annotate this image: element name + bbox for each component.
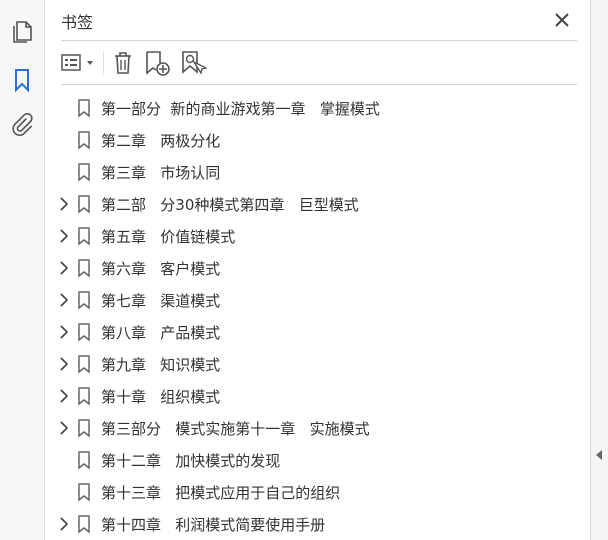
bookmark-icon[interactable] xyxy=(8,66,36,94)
close-icon[interactable] xyxy=(552,10,572,30)
bookmark-icon xyxy=(77,419,91,438)
chevron-right-icon[interactable] xyxy=(57,388,71,404)
bookmark-label: 第十章 组织模式 xyxy=(101,388,221,406)
delete-bookmark-icon[interactable] xyxy=(111,49,135,77)
bookmark-item[interactable]: 第六章 客户模式 xyxy=(45,252,590,284)
toolbar-divider xyxy=(103,51,104,75)
bookmark-item[interactable]: 第九章 知识模式 xyxy=(45,348,590,380)
bookmark-icon xyxy=(77,387,91,406)
chevron-right-icon[interactable] xyxy=(57,196,71,212)
bookmark-item[interactable]: 第五章 价值链模式 xyxy=(45,220,590,252)
bookmark-item[interactable]: 第七章 渠道模式 xyxy=(45,284,590,316)
panel-title: 书签 xyxy=(61,13,94,32)
chevron-right-icon[interactable] xyxy=(57,324,71,340)
toolbar-divider-line xyxy=(61,84,577,85)
bookmark-list: 第一部分 新的商业游戏第一章 掌握模式 第二章 两极分化 第三章 市场认同第二部 分… xyxy=(45,92,590,540)
bookmark-icon xyxy=(77,515,91,534)
panel-header: 书签 xyxy=(45,0,590,40)
options-menu-icon[interactable] xyxy=(61,49,97,77)
bookmark-icon xyxy=(77,227,91,246)
bookmark-icon xyxy=(77,291,91,310)
bookmark-icon xyxy=(77,163,91,182)
bookmark-icon xyxy=(77,195,91,214)
find-current-bookmark-icon[interactable] xyxy=(179,49,207,77)
chevron-right-icon[interactable] xyxy=(57,356,71,372)
bookmark-label: 第五章 价值链模式 xyxy=(101,228,236,246)
header-divider xyxy=(61,40,577,41)
collapse-panel-icon[interactable] xyxy=(596,450,602,460)
bookmark-item[interactable]: 第一部分 新的商业游戏第一章 掌握模式 xyxy=(45,92,590,124)
left-navigation-rail xyxy=(0,0,45,540)
bookmark-label: 第八章 产品模式 xyxy=(101,324,221,342)
bookmark-label: 第三部分 模式实施第十一章 实施模式 xyxy=(101,420,370,438)
attachment-icon[interactable] xyxy=(8,111,36,139)
bookmark-item[interactable]: 第十四章 利润模式简要使用手册 xyxy=(45,508,590,540)
pages-thumbnail-icon[interactable] xyxy=(8,18,36,46)
bookmark-label: 第九章 知识模式 xyxy=(101,356,221,374)
right-collapse-rail xyxy=(590,0,608,540)
bookmark-item[interactable]: 第十章 组织模式 xyxy=(45,380,590,412)
bookmark-label: 第十二章 加快模式的发现 xyxy=(101,452,281,470)
chevron-right-icon[interactable] xyxy=(57,260,71,276)
bookmark-label: 第十三章 把模式应用于自己的组织 xyxy=(101,484,341,502)
chevron-right-icon[interactable] xyxy=(57,292,71,308)
bookmark-icon xyxy=(77,323,91,342)
bookmark-item[interactable]: 第八章 产品模式 xyxy=(45,316,590,348)
chevron-right-icon[interactable] xyxy=(57,516,71,532)
bookmark-label: 第二章 两极分化 xyxy=(101,132,221,150)
bookmark-item[interactable]: 第十三章 把模式应用于自己的组织 xyxy=(45,476,590,508)
bookmark-icon xyxy=(77,483,91,502)
bookmark-item[interactable]: 第二部 分30种模式第四章 巨型模式 xyxy=(45,188,590,220)
bookmark-icon xyxy=(77,355,91,374)
bookmark-item[interactable]: 第三章 市场认同 xyxy=(45,156,590,188)
chevron-right-icon[interactable] xyxy=(57,420,71,436)
bookmark-item[interactable]: 第三部分 模式实施第十一章 实施模式 xyxy=(45,412,590,444)
bookmark-icon xyxy=(77,131,91,150)
bookmark-icon xyxy=(77,259,91,278)
bookmark-icon xyxy=(77,451,91,470)
bookmark-item[interactable]: 第二章 两极分化 xyxy=(45,124,590,156)
bookmark-item[interactable]: 第十二章 加快模式的发现 xyxy=(45,444,590,476)
bookmark-label: 第十四章 利润模式简要使用手册 xyxy=(101,516,326,534)
bookmark-icon xyxy=(77,99,91,118)
chevron-right-icon[interactable] xyxy=(57,228,71,244)
bookmark-label: 第六章 客户模式 xyxy=(101,260,221,278)
bookmark-label: 第七章 渠道模式 xyxy=(101,292,221,310)
bookmarks-panel: 书签 第一部分 新的商业游戏第一章 掌握模式 第二章 两极分化 第三章 市场认同… xyxy=(45,0,590,540)
new-bookmark-icon[interactable] xyxy=(143,49,171,77)
bookmark-label: 第一部分 新的商业游戏第一章 掌握模式 xyxy=(101,100,380,118)
bookmark-label: 第二部 分30种模式第四章 巨型模式 xyxy=(101,196,359,214)
bookmark-label: 第三章 市场认同 xyxy=(101,164,221,182)
